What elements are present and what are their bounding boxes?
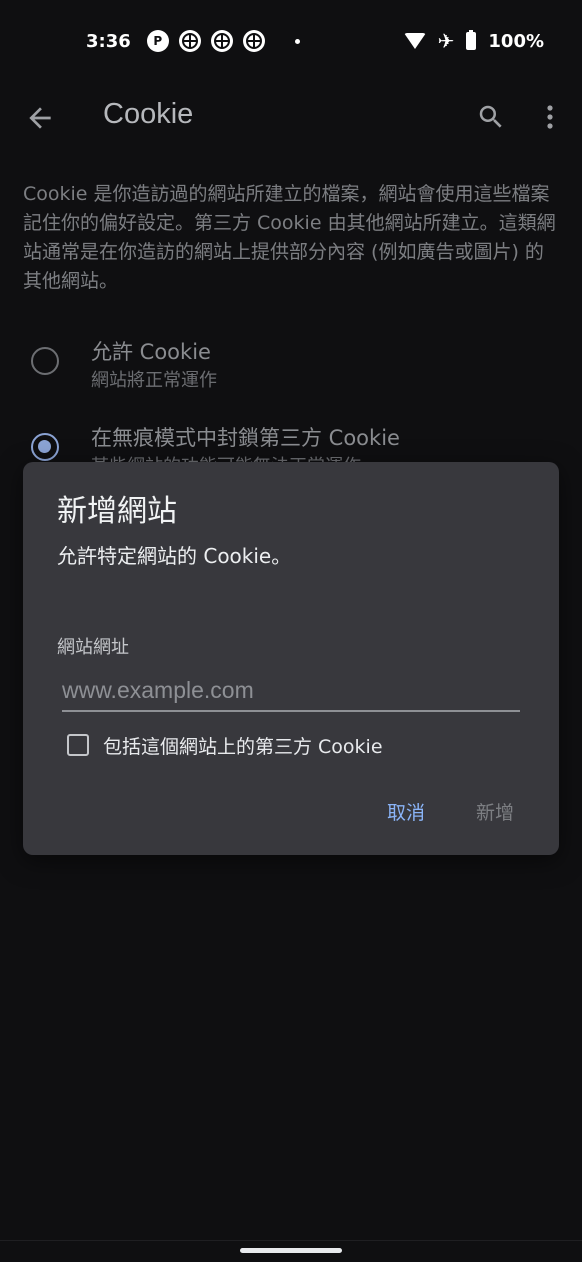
option-allow-cookies[interactable]: 允許 Cookie 網站將正常運作 xyxy=(0,336,582,396)
third-party-checkbox-label[interactable]: 包括這個網站上的第三方 Cookie xyxy=(103,732,383,759)
dot-icon xyxy=(294,38,300,44)
wifi-icon xyxy=(403,33,426,49)
more-options-icon[interactable] xyxy=(538,102,562,132)
dialog-title: 新增網站 xyxy=(57,494,177,529)
radio-unselected-icon[interactable] xyxy=(31,347,59,375)
option-subtitle: 網站將正常運作 xyxy=(91,370,217,391)
dialog-message: 允許特定網站的 Cookie。 xyxy=(57,544,292,568)
basketball-icon xyxy=(210,30,233,52)
radio-selected-icon[interactable] xyxy=(31,433,59,461)
battery-charging-icon xyxy=(466,30,477,50)
status-time: 3:36 xyxy=(86,30,131,52)
basketball-icon xyxy=(178,30,201,52)
basketball-icon xyxy=(242,30,265,52)
status-left: 3:36 P xyxy=(86,30,300,52)
app-bar: Cookie xyxy=(0,82,582,154)
add-button[interactable]: 新增 xyxy=(470,794,520,829)
option-title: 在無痕模式中封鎖第三方 Cookie xyxy=(91,426,400,450)
site-url-input[interactable] xyxy=(62,670,520,712)
option-title: 允許 Cookie xyxy=(91,340,211,364)
back-arrow-icon[interactable] xyxy=(24,102,56,134)
add-site-dialog: 新增網站 允許特定網站的 Cookie。 網站網址 包括這個網站上的第三方 Co… xyxy=(23,462,559,855)
battery-percentage: 100% xyxy=(488,30,544,52)
app-notification-icon: P xyxy=(146,30,169,52)
status-bar: 3:36 P ✈ 100% xyxy=(0,0,582,82)
third-party-checkbox[interactable] xyxy=(67,734,89,756)
status-right: ✈ 100% xyxy=(403,29,544,53)
nav-divider xyxy=(0,1240,582,1241)
airplane-mode-icon: ✈ xyxy=(437,29,455,53)
cookie-description: Cookie 是你造訪過的網站所建立的檔案，網站會使用這些檔案記住你的偏好設定。… xyxy=(23,183,556,292)
page-title: Cookie xyxy=(103,98,194,130)
site-url-label: 網站網址 xyxy=(57,637,129,658)
third-party-checkbox-row[interactable]: 包括這個網站上的第三方 Cookie xyxy=(67,730,383,760)
gesture-nav-handle[interactable] xyxy=(240,1248,342,1253)
cancel-button[interactable]: 取消 xyxy=(381,794,431,829)
search-icon[interactable] xyxy=(476,102,506,132)
